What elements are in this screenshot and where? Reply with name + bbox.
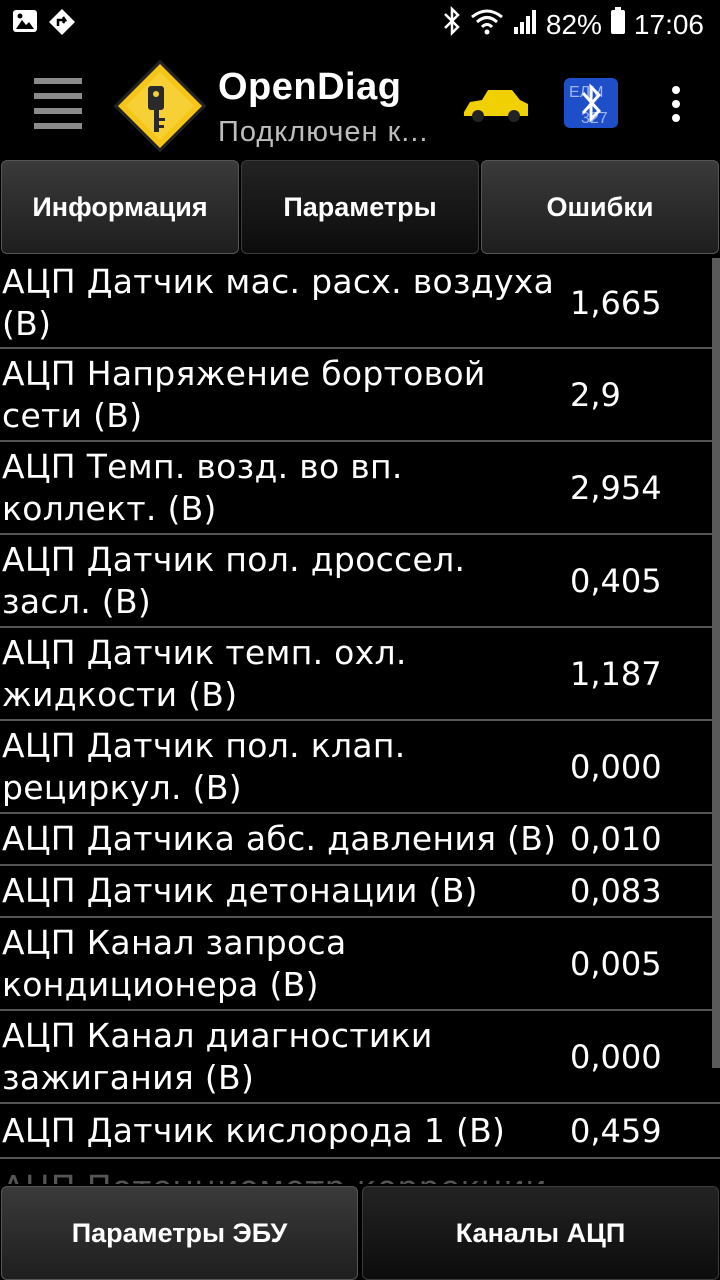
connection-status: Подключен к... — [218, 116, 429, 148]
ecu-bluetooth-icon[interactable]: ЕЛМ 327 — [563, 77, 619, 129]
list-item[interactable]: АЦП Датчик кислорода 1 (В) 0,459 — [0, 1104, 720, 1159]
param-label: АЦП Канал запроса кондиционера (В) — [2, 922, 347, 1004]
button-label: Параметры ЭБУ — [71, 1217, 288, 1248]
param-value: 2,9 — [570, 375, 621, 414]
param-label: АЦП Напряжение бортовой сети (В) — [2, 353, 486, 435]
battery-percent: 82% — [545, 8, 602, 40]
app-bar: OpenDiag Подключен к... ЕЛМ 327 — [0, 50, 720, 160]
tab-label: Информация — [32, 191, 208, 222]
list-item[interactable]: АЦП Датчик пол. клап. рециркул. (В) 0,00… — [0, 721, 720, 814]
navigation-app-icon — [48, 8, 76, 41]
param-value: 1,187 — [570, 654, 662, 693]
param-value: 0,000 — [570, 1037, 662, 1076]
list-item[interactable]: АЦП Канал диагностики зажигания (В) 0,00… — [0, 1011, 720, 1104]
param-value: 0,000 — [570, 747, 662, 786]
param-label: АЦП Канал диагностики зажигания (В) — [2, 1015, 433, 1097]
param-label: АЦП Датчик кислорода 1 (В) — [2, 1110, 506, 1150]
button-label: Каналы АЦП — [455, 1217, 626, 1248]
param-label: АЦП Темп. возд. во вп. коллект. (В) — [2, 446, 403, 528]
param-label: АЦП Датчик мас. расх. воздуха (В) — [2, 261, 555, 343]
list-item[interactable]: АЦП Датчика абс. давления (В) 0,010 — [0, 814, 720, 866]
param-label: АЦП Датчик темп. охл. жидкости (В) — [2, 632, 407, 714]
clock: 17:06 — [633, 8, 704, 40]
parameter-list[interactable]: АЦП Датчик мас. расх. воздуха (В) 1,665 … — [0, 258, 720, 1184]
param-value: 2,954 — [570, 468, 662, 507]
tab-bar: Информация Параметры Ошибки — [0, 160, 720, 256]
tab-label: Ошибки — [546, 191, 654, 222]
wifi-icon — [470, 7, 504, 42]
menu-button[interactable] — [34, 78, 82, 130]
app-logo — [110, 56, 210, 156]
image-icon — [12, 8, 38, 41]
param-value: 0,405 — [570, 561, 662, 600]
list-item[interactable]: АЦП Канал запроса кондиционера (В) 0,005 — [0, 918, 720, 1011]
status-bar: 82% 17:06 — [0, 0, 720, 50]
bluetooth-icon — [442, 5, 462, 43]
list-item[interactable]: АЦП Датчик детонации (В) 0,083 — [0, 866, 720, 918]
list-item[interactable]: АЦП Датчик темп. охл. жидкости (В) 1,187 — [0, 628, 720, 721]
param-label: АЦП Потенциометр коррекции — [0, 1159, 562, 1184]
tab-parameters[interactable]: Параметры — [241, 160, 479, 254]
scrollbar[interactable] — [712, 258, 720, 1068]
app-title: OpenDiag — [218, 66, 402, 108]
ecu-parameters-button[interactable]: Параметры ЭБУ — [1, 1186, 358, 1280]
battery-icon — [610, 7, 626, 42]
param-label: АЦП Датчик пол. клап. рециркул. (В) — [2, 725, 406, 807]
param-label: АЦП Датчик пол. дроссел. засл. (В) — [2, 539, 466, 621]
list-item[interactable]: АЦП Темп. возд. во вп. коллект. (В) 2,95… — [0, 442, 720, 535]
param-label: АЦП Датчик детонации (В) — [2, 871, 478, 910]
bottom-button-bar: Параметры ЭБУ Каналы АЦП — [0, 1184, 720, 1280]
tab-errors[interactable]: Ошибки — [481, 160, 719, 254]
param-label: АЦП Датчика абс. давления (В) — [2, 819, 557, 858]
overflow-menu-icon[interactable] — [664, 86, 688, 126]
car-icon[interactable] — [460, 80, 532, 130]
param-value: 0,010 — [570, 820, 662, 858]
param-value: 0,459 — [570, 1111, 662, 1150]
param-value: 0,005 — [570, 944, 662, 983]
signal-icon — [512, 7, 538, 42]
list-item[interactable]: АЦП Датчик мас. расх. воздуха (В) 1,665 — [0, 258, 720, 349]
adc-channels-button[interactable]: Каналы АЦП — [362, 1186, 719, 1280]
tab-label: Параметры — [283, 191, 437, 222]
list-item[interactable]: АЦП Датчик пол. дроссел. засл. (В) 0,405 — [0, 535, 720, 628]
param-value: 1,665 — [570, 283, 662, 322]
list-item[interactable]: АЦП Напряжение бортовой сети (В) 2,9 — [0, 349, 720, 442]
param-value: 0,083 — [570, 872, 662, 910]
list-item[interactable]: АЦП Потенциометр коррекции — [0, 1159, 720, 1184]
tab-information[interactable]: Информация — [1, 160, 239, 254]
